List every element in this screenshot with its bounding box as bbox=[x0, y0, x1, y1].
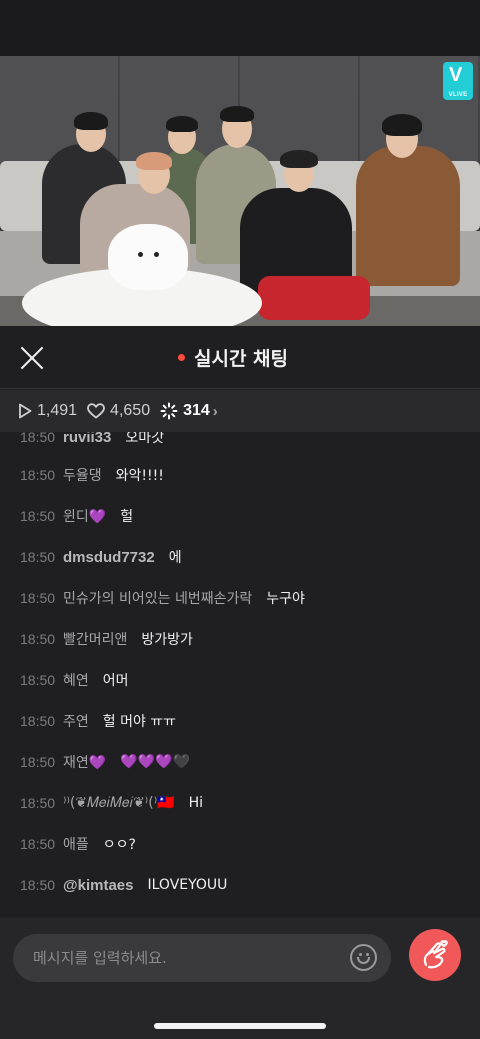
like-count-value: 4,650 bbox=[110, 402, 151, 419]
video-player[interactable]: V VLIVE bbox=[0, 56, 480, 326]
finger-heart-button[interactable] bbox=[409, 929, 461, 981]
stats-bar: 1,491 4,650 314 › bbox=[0, 390, 480, 432]
message-text: 와악!!!! bbox=[115, 468, 164, 484]
chat-message: 18:50 빨간머리앤 방가방가 bbox=[0, 627, 193, 651]
message-text: 헐 bbox=[120, 509, 134, 525]
video-person-hair bbox=[166, 116, 198, 132]
viewer-count[interactable]: 314 › bbox=[160, 402, 218, 420]
viewers-icon bbox=[160, 402, 178, 420]
message-text: 방가방가 bbox=[141, 632, 193, 648]
chat-message: 18:50 재연💜 💜💜💜🖤 bbox=[0, 750, 190, 774]
vlive-logo: V VLIVE bbox=[443, 62, 473, 100]
chevron-right-icon: › bbox=[212, 402, 218, 420]
emoji-icon[interactable] bbox=[350, 944, 377, 971]
message-user[interactable]: 민슈가의 비어있는 네번째손가락 bbox=[63, 588, 252, 608]
chat-header: 실시간 채팅 bbox=[0, 326, 480, 389]
video-person-hair bbox=[382, 114, 422, 136]
message-time: 18:50 bbox=[20, 549, 56, 565]
play-count: 1,491 bbox=[18, 402, 77, 420]
message-user[interactable]: 재연💜 bbox=[63, 752, 106, 772]
video-red-pants bbox=[258, 276, 370, 320]
video-person-hair bbox=[74, 112, 108, 130]
message-input-bar bbox=[0, 918, 480, 1039]
vlive-logo-text: VLIVE bbox=[448, 92, 468, 98]
heart-icon bbox=[87, 403, 105, 419]
message-user[interactable]: ⁾⁾(❦𝑀𝑒𝑖𝑀𝑒𝑖❦⁾(⁾🇹🇼 bbox=[63, 795, 175, 811]
message-text: 헐 머야 ㅠㅠ bbox=[102, 714, 177, 730]
message-text: 누구야 bbox=[266, 591, 305, 607]
message-time: 18:50 bbox=[20, 877, 56, 893]
message-user[interactable]: 애플 bbox=[63, 834, 89, 854]
message-text: 어머 bbox=[102, 673, 129, 689]
message-time: 18:50 bbox=[20, 508, 56, 524]
message-user[interactable]: @kimtaes bbox=[63, 877, 134, 894]
message-user[interactable]: 두율댕 bbox=[63, 465, 102, 485]
chat-message: 18:50 dmsdud7732 에 bbox=[0, 545, 182, 569]
status-bar bbox=[0, 0, 480, 56]
play-count-value: 1,491 bbox=[37, 402, 78, 419]
message-time: 18:50 bbox=[20, 754, 56, 770]
message-user[interactable]: 빨간머리앤 bbox=[63, 629, 127, 649]
like-count: 4,650 bbox=[87, 402, 150, 420]
chat-message: 18:50 @kimtaes ILOVEYOUU bbox=[0, 873, 227, 897]
chat-message: 18:50 ruvii33 오마갓 bbox=[0, 432, 164, 449]
message-user[interactable]: 혜연 bbox=[63, 670, 89, 690]
live-dot-icon bbox=[178, 354, 185, 361]
message-time: 18:50 bbox=[20, 836, 56, 852]
chat-message: 18:50 주연 헐 머야 ㅠㅠ bbox=[0, 709, 176, 733]
message-text: ㅇㅇ? bbox=[102, 837, 136, 853]
plush-eye bbox=[138, 252, 143, 257]
close-icon[interactable] bbox=[18, 344, 46, 372]
message-user[interactable]: 주연 bbox=[63, 711, 89, 731]
video-person-hair bbox=[220, 106, 254, 122]
message-time: 18:50 bbox=[20, 713, 56, 729]
video-person-hair bbox=[136, 152, 172, 170]
message-user[interactable]: ruvii33 bbox=[63, 432, 111, 446]
message-input[interactable] bbox=[13, 934, 391, 982]
vlive-logo-mark: V bbox=[449, 64, 463, 86]
message-user[interactable]: 윈디💜 bbox=[63, 506, 106, 526]
chat-message: 18:50 애플 ㅇㅇ? bbox=[0, 832, 136, 856]
plush-eye bbox=[154, 252, 159, 257]
video-plush-toy bbox=[108, 224, 188, 290]
chat-message: 18:50 민슈가의 비어있는 네번째손가락 누구야 bbox=[0, 586, 305, 610]
message-text: ILOVEYOUU bbox=[147, 877, 228, 893]
chat-message: 18:50 두율댕 와악!!!! bbox=[0, 463, 164, 487]
chat-message: 18:50 ⁾⁾(❦𝑀𝑒𝑖𝑀𝑒𝑖❦⁾(⁾🇹🇼 Hi bbox=[0, 791, 203, 815]
chat-list[interactable]: 18:50 ruvii33 오마갓 18:50 두율댕 와악!!!! 18:50… bbox=[0, 432, 480, 918]
message-time: 18:50 bbox=[20, 432, 56, 445]
chat-message: 18:50 혜연 어머 bbox=[0, 668, 129, 692]
video-person-hair bbox=[280, 150, 318, 168]
home-indicator bbox=[154, 1023, 326, 1029]
emoji-eye bbox=[359, 953, 362, 956]
finger-heart-icon bbox=[423, 940, 448, 969]
message-time: 18:50 bbox=[20, 672, 56, 688]
message-time: 18:50 bbox=[20, 631, 56, 647]
message-text: 오마갓 bbox=[125, 432, 165, 446]
video-person bbox=[356, 146, 460, 286]
message-time: 18:50 bbox=[20, 467, 56, 483]
message-time: 18:50 bbox=[20, 795, 56, 811]
emoji-eye bbox=[366, 953, 369, 956]
message-user[interactable]: dmsdud7732 bbox=[63, 549, 155, 566]
chat-title: 실시간 채팅 bbox=[194, 348, 289, 370]
message-time: 18:50 bbox=[20, 590, 56, 606]
viewer-count-value: 314 bbox=[183, 402, 210, 419]
chat-message: 18:50 윈디💜 헐 bbox=[0, 504, 133, 528]
message-text: 에 bbox=[168, 550, 182, 566]
message-text: 💜💜💜🖤 bbox=[120, 754, 190, 770]
message-text: Hi bbox=[188, 795, 203, 811]
emoji-mouth bbox=[357, 957, 370, 964]
play-icon bbox=[19, 403, 32, 419]
